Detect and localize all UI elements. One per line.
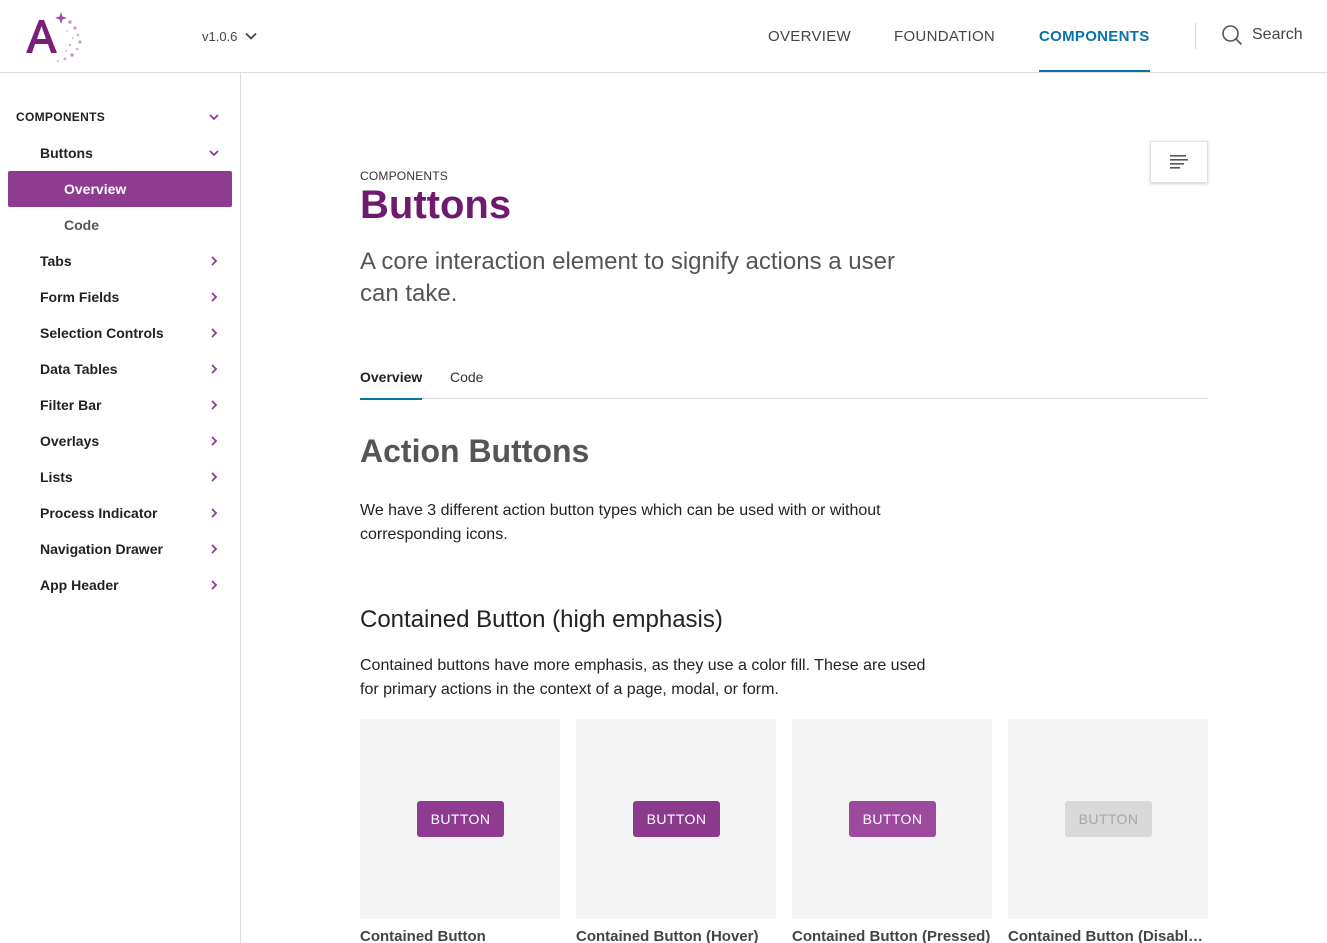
toc-list-icon [1170,155,1188,169]
search-button[interactable]: Search [1221,24,1303,46]
sidebar-section-components[interactable]: COMPONENTS [0,99,240,135]
example-button-hover[interactable]: BUTTON [633,801,720,837]
sidebar-item-label: Overlays [40,433,100,449]
sidebar-item-data-tables[interactable]: Data Tables [0,351,240,387]
sidebar-section-label: COMPONENTS [16,110,106,124]
chevron-right-icon [211,364,218,374]
section-intro: We have 3 different action button types … [360,502,881,543]
sidebar-item-lists[interactable]: Lists [0,459,240,495]
chevron-right-icon [211,580,218,590]
search-label: Search [1252,26,1303,43]
sidebar-item-label: Code [64,217,99,233]
tab-code[interactable]: Code [450,355,483,399]
chevron-right-icon [211,508,218,518]
chevron-right-icon [211,436,218,446]
sidebar-item-process-indicator[interactable]: Process Indicator [0,495,240,531]
sidebar-item-label: Lists [40,469,73,485]
example-card-default: BUTTON [360,719,560,919]
version-selector[interactable]: v1.0.6 [202,26,258,46]
nav-overview-label: OVERVIEW [768,27,851,45]
search-icon [1222,25,1243,46]
example-caption: Contained Button (Hover) [576,928,759,943]
subsection-body: Contained buttons have more emphasis, as… [360,657,926,698]
chevron-right-icon [211,328,218,338]
sidebar-item-form-fields[interactable]: Form Fields [0,279,240,315]
chevron-right-icon [211,472,218,482]
chevron-right-icon [211,400,218,410]
app-header: v1.0.6 OVERVIEW FOUNDATION COMPONENTS Se… [0,0,1327,73]
example-button-pressed[interactable]: BUTTON [849,801,936,837]
page-lede: A core interaction element to signify ac… [360,248,895,307]
example-button-default[interactable]: BUTTON [417,801,504,837]
example-caption: Contained Button (Pressed) [792,928,991,943]
sidebar: COMPONENTS Buttons Overview Code Tabs Fo… [0,73,241,943]
subsection-heading: Contained Button (high emphasis) [360,606,723,633]
chevron-down-icon [209,114,219,121]
sidebar-item-label: Filter Bar [40,397,102,413]
sidebar-item-label: Navigation Drawer [40,541,163,557]
nav-components-label: COMPONENTS [1039,27,1150,45]
sidebar-item-label: App Header [40,577,119,593]
page-title: Buttons [360,183,512,227]
example-caption: Contained Button (Disabled) [1008,928,1208,943]
sidebar-item-buttons[interactable]: Buttons [0,135,240,171]
section-heading: Action Buttons [360,433,590,469]
sidebar-item-overview[interactable]: Overview [8,171,232,207]
example-card-disabled: BUTTON [1008,719,1208,919]
chevron-right-icon [211,544,218,554]
example-card-pressed: BUTTON [792,719,992,919]
sidebar-item-label: Data Tables [40,361,118,377]
nav-overview[interactable]: OVERVIEW [768,0,851,72]
sidebar-item-tabs[interactable]: Tabs [0,243,240,279]
tab-overview[interactable]: Overview [360,355,423,400]
version-label: v1.0.6 [202,28,238,44]
chevron-right-icon [211,256,218,266]
example-caption: Contained Button [360,928,486,943]
example-card-hover: BUTTON [576,719,776,919]
sidebar-item-selection-controls[interactable]: Selection Controls [0,315,240,351]
content-tabs: Overview Code [360,355,1208,400]
sidebar-item-filter-bar[interactable]: Filter Bar [0,387,240,423]
example-button-disabled: BUTTON [1065,801,1152,837]
chevron-right-icon [211,292,218,302]
sidebar-item-app-header[interactable]: App Header [0,567,240,603]
table-of-contents-button[interactable] [1150,141,1208,183]
nav-foundation-label: FOUNDATION [894,27,996,45]
chevron-down-icon [245,32,258,40]
sidebar-item-label: Process Indicator [40,505,158,521]
sidebar-item-label: Form Fields [40,289,120,305]
sidebar-item-label: Buttons [40,145,93,161]
nav-divider [1195,23,1196,49]
nav-components[interactable]: COMPONENTS [1039,0,1150,72]
brand-logo-icon[interactable] [22,6,88,66]
sidebar-item-label: Selection Controls [40,325,164,341]
sidebar-item-overlays[interactable]: Overlays [0,423,240,459]
breadcrumb: COMPONENTS [360,169,449,183]
sidebar-item-label: Tabs [40,253,72,269]
sidebar-item-navigation-drawer[interactable]: Navigation Drawer [0,531,240,567]
chevron-down-icon [209,150,219,157]
sidebar-item-code[interactable]: Code [0,207,240,243]
nav-foundation[interactable]: FOUNDATION [894,0,995,72]
sidebar-item-label: Overview [64,181,127,197]
